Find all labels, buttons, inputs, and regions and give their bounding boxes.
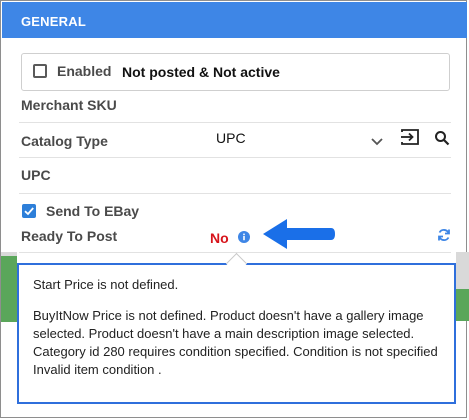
enabled-label: Enabled	[57, 63, 112, 79]
send-to-ebay-label: Send To EBay	[46, 203, 140, 219]
tooltip-message: BuyItNow Price is not defined. Product d…	[33, 308, 438, 377]
divider	[19, 193, 451, 194]
ready-to-post-value: No	[210, 230, 229, 246]
merchant-sku-label: Merchant SKU	[21, 97, 117, 113]
background-button	[1, 256, 17, 322]
tooltip-message: Start Price is not defined.	[33, 277, 179, 292]
divider	[19, 157, 451, 158]
info-icon[interactable]	[238, 230, 250, 248]
catalog-type-select[interactable]: UPC	[216, 130, 246, 146]
chevron-down-icon[interactable]	[371, 134, 383, 152]
ready-to-post-label: Ready To Post	[21, 228, 118, 244]
posting-status-text: Not posted & Not active	[122, 64, 280, 80]
catalog-type-label: Catalog Type	[21, 133, 108, 149]
background-panel	[456, 252, 469, 289]
enabled-checkbox[interactable]	[33, 64, 47, 78]
tooltip-pointer	[225, 252, 248, 275]
divider	[19, 122, 451, 123]
general-panel: GENERAL Enabled Not posted & Not active …	[0, 0, 469, 418]
refresh-icon[interactable]	[437, 228, 451, 247]
section-title: GENERAL	[21, 14, 86, 29]
section-header[interactable]: GENERAL	[2, 2, 467, 38]
search-icon[interactable]	[434, 130, 450, 151]
send-to-ebay-checkbox[interactable]	[22, 204, 36, 218]
enter-icon[interactable]	[400, 128, 420, 151]
background-button	[456, 289, 469, 321]
upc-label: UPC	[21, 167, 51, 183]
arrow-left-icon	[261, 216, 337, 257]
validation-tooltip: Start Price is not defined. BuyItNow Pri…	[17, 252, 456, 404]
